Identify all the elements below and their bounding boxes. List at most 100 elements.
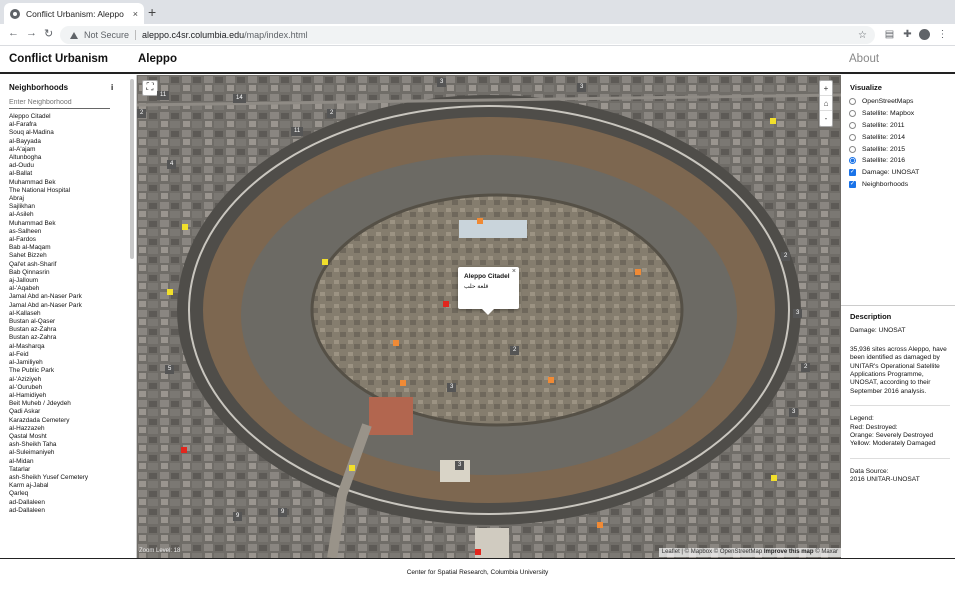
damage-marker-destroyed[interactable] xyxy=(475,549,481,555)
neighborhood-item[interactable]: al-'Aqabeh xyxy=(9,285,88,293)
layer-option[interactable]: Satellite: 2016 xyxy=(849,155,919,167)
damage-marker-severe[interactable] xyxy=(597,522,603,528)
neighborhood-item[interactable]: al-Kallaseh xyxy=(9,310,88,318)
forward-icon[interactable]: → xyxy=(26,27,37,39)
neighborhood-item[interactable]: al-Hazzazeh xyxy=(9,425,88,433)
neighborhood-item[interactable]: al-Fardos xyxy=(9,236,88,244)
neighborhood-label[interactable]: 9 xyxy=(233,512,243,521)
home-icon[interactable]: ⌂ xyxy=(820,96,832,111)
neighborhood-item[interactable]: aj-Jalloum xyxy=(9,277,88,285)
map-view[interactable]: ⛶ + ⌂ - 11 14 2 3 11 4 2 3 3 2 5 2 3 3 3… xyxy=(137,75,841,558)
zoom-in-button[interactable]: + xyxy=(820,81,832,96)
neighborhood-item[interactable]: Muhammad Bek xyxy=(9,220,88,228)
damage-marker-moderate[interactable] xyxy=(167,289,173,295)
layer-radio[interactable] xyxy=(849,133,856,141)
neighborhood-item[interactable]: Qal'et ash-Sharif xyxy=(9,261,88,269)
attribution-text[interactable]: Leaflet | © Mapbox © OpenStreetMap xyxy=(662,549,764,555)
neighborhood-label[interactable]: 2 xyxy=(510,346,520,355)
neighborhood-label[interactable]: 11 xyxy=(291,127,304,136)
security-status[interactable]: Not Secure xyxy=(84,30,129,40)
neighborhood-item[interactable]: al-Asileh xyxy=(9,211,88,219)
neighborhood-label[interactable]: 2 xyxy=(801,363,811,372)
profile-avatar-icon[interactable] xyxy=(919,29,930,40)
layer-option[interactable]: ✓ Neighborhoods xyxy=(849,179,919,191)
layer-radio[interactable] xyxy=(849,157,856,165)
damage-marker-moderate[interactable] xyxy=(771,475,777,481)
improve-map-link[interactable]: Improve this map xyxy=(764,549,814,555)
reload-icon[interactable]: ↻ xyxy=(44,27,53,40)
neighborhood-label[interactable]: 9 xyxy=(278,508,288,517)
damage-marker-moderate[interactable] xyxy=(322,259,328,265)
neighborhood-item[interactable]: al-Midan xyxy=(9,458,88,466)
neighborhood-item[interactable]: The Public Park xyxy=(9,367,88,375)
neighborhood-item[interactable]: ash-Sheikh Taha xyxy=(9,441,88,449)
layer-option[interactable]: Satellite: 2014 xyxy=(849,131,919,143)
neighborhood-item[interactable]: Souq al-Madina xyxy=(9,129,88,137)
address-bar[interactable]: Not Secure aleppo.c4sr.columbia.edu /map… xyxy=(60,26,875,44)
neighborhood-label[interactable]: 4 xyxy=(167,160,177,169)
zoom-out-button[interactable]: - xyxy=(820,111,832,126)
neighborhood-label[interactable]: 3 xyxy=(455,461,465,470)
neighborhood-label[interactable]: 5 xyxy=(165,365,175,374)
layer-radio[interactable] xyxy=(849,121,856,129)
neighborhood-label[interactable]: 3 xyxy=(793,309,803,318)
damage-marker-severe[interactable] xyxy=(635,269,641,275)
neighborhood-item[interactable]: Qarleq xyxy=(9,490,88,498)
neighborhood-item[interactable]: Altunbogha xyxy=(9,154,88,162)
layer-radio[interactable] xyxy=(849,110,856,118)
tab-close-button[interactable]: × xyxy=(133,9,138,19)
damage-marker-destroyed[interactable] xyxy=(443,301,449,307)
damage-marker-severe[interactable] xyxy=(393,340,399,346)
layer-checkbox[interactable]: ✓ xyxy=(849,180,856,188)
neighborhood-label[interactable]: 2 xyxy=(327,109,337,118)
damage-marker-destroyed[interactable] xyxy=(181,447,187,453)
bookmark-star-icon[interactable]: ☆ xyxy=(858,30,867,41)
neighborhood-item[interactable]: Aleppo Citadel xyxy=(9,113,88,121)
neighborhood-item[interactable]: Karm aj-Jabal xyxy=(9,482,88,490)
damage-marker-severe[interactable] xyxy=(400,380,406,386)
neighborhood-label[interactable]: 11 xyxy=(157,91,170,100)
layer-option[interactable]: OpenStreetMaps xyxy=(849,96,919,108)
damage-marker-severe[interactable] xyxy=(477,218,483,224)
neighborhood-item[interactable]: Karazdada Cemetery xyxy=(9,417,88,425)
menu-kebab-icon[interactable]: ⋮ xyxy=(937,29,948,40)
neighborhood-label[interactable]: 3 xyxy=(577,83,587,92)
neighborhood-item[interactable]: Jamal Abd an-Naser Park xyxy=(9,293,88,301)
neighborhood-item[interactable]: ash-Sheikh Yusef Cemetery xyxy=(9,474,88,482)
neighborhood-label[interactable]: 3 xyxy=(447,383,457,392)
layer-option[interactable]: Satellite: Mapbox xyxy=(849,108,919,120)
neighborhood-item[interactable]: as-Salheen xyxy=(9,228,88,236)
neighborhood-search-input[interactable] xyxy=(9,97,110,109)
neighborhood-item[interactable]: al-Jamiliyeh xyxy=(9,359,88,367)
reader-icon[interactable]: ▤ xyxy=(884,29,895,40)
neighborhood-item[interactable]: ad-Oudu xyxy=(9,162,88,170)
neighborhood-item[interactable]: Bab al-Maqam xyxy=(9,244,88,252)
neighborhood-item[interactable]: al-Hamidiyeh xyxy=(9,392,88,400)
neighborhood-item[interactable]: Sajlikhan xyxy=(9,203,88,211)
neighborhood-item[interactable]: The National Hospital xyxy=(9,187,88,195)
browser-tab[interactable]: Conflict Urbanism: Aleppo × xyxy=(4,3,144,24)
neighborhood-label[interactable]: 2 xyxy=(781,252,791,261)
layer-option[interactable]: Satellite: 2015 xyxy=(849,143,919,155)
neighborhood-item[interactable]: al-Feid xyxy=(9,351,88,359)
back-icon[interactable]: ← xyxy=(8,27,19,39)
damage-marker-moderate[interactable] xyxy=(770,118,776,124)
neighborhood-item[interactable]: Muhammad Bek xyxy=(9,179,88,187)
neighborhood-item[interactable]: Abraj xyxy=(9,195,88,203)
neighborhood-item[interactable]: Qadi Askar xyxy=(9,408,88,416)
neighborhood-item[interactable]: al-Ballat xyxy=(9,170,88,178)
neighborhood-item[interactable]: al-'Ourubeh xyxy=(9,384,88,392)
damage-marker-severe[interactable] xyxy=(548,377,554,383)
neighborhood-label[interactable]: 2 xyxy=(137,109,147,118)
layer-option[interactable]: ✓ Damage: UNOSAT xyxy=(849,167,919,179)
fullscreen-button[interactable]: ⛶ xyxy=(142,80,158,96)
neighborhood-item[interactable]: Tatarlar xyxy=(9,466,88,474)
damage-marker-moderate[interactable] xyxy=(349,465,355,471)
layer-option[interactable]: Satellite: 2011 xyxy=(849,120,919,132)
neighborhood-label[interactable]: 3 xyxy=(789,408,799,417)
neighborhood-item[interactable]: Jamal Abd an-Naser Park xyxy=(9,302,88,310)
neighborhood-item[interactable]: al-Suleimaniyeh xyxy=(9,449,88,457)
neighborhood-item[interactable]: al-Bayyada xyxy=(9,138,88,146)
brand-title[interactable]: Conflict Urbanism xyxy=(9,53,108,65)
neighborhood-item[interactable]: al-'Aziziyeh xyxy=(9,376,88,384)
